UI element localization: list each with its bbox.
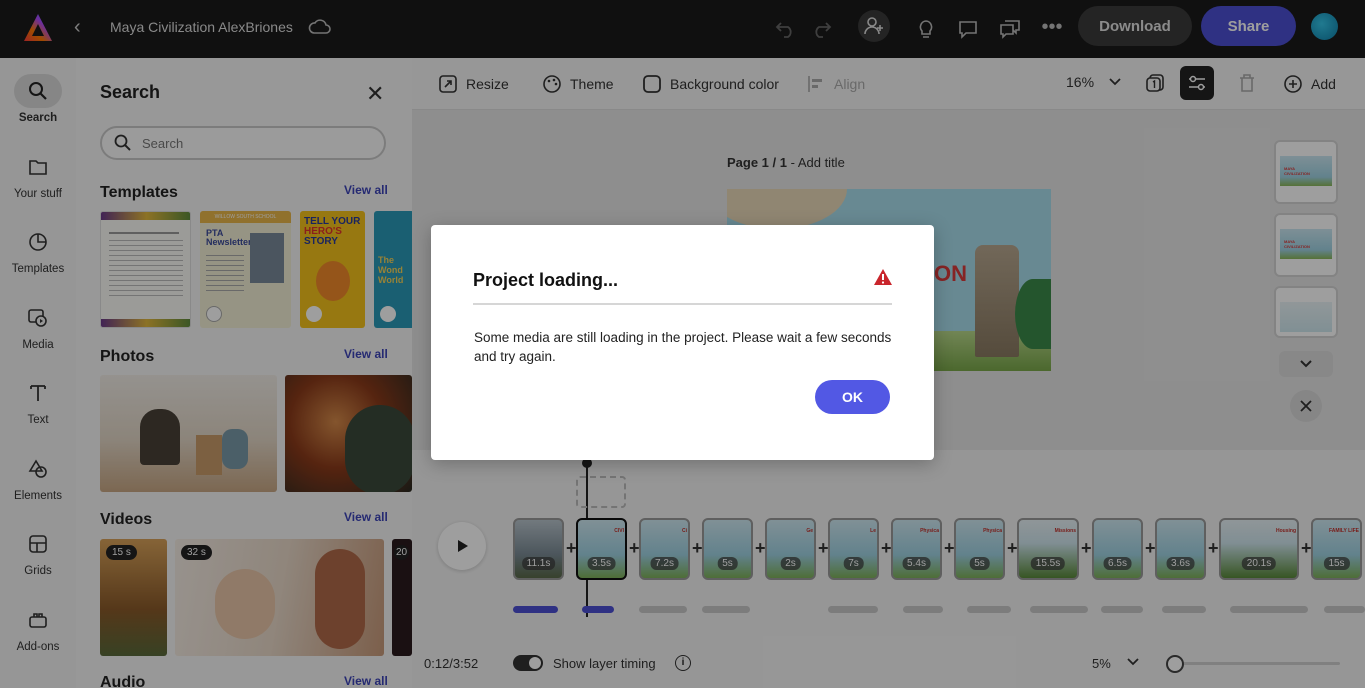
ok-button[interactable]: OK [815,380,890,414]
dialog-message: Some media are still loading in the proj… [474,330,892,364]
dialog-divider [473,303,892,305]
warning-icon [873,268,893,291]
dialog-title: Project loading... [473,270,619,290]
project-loading-dialog: Project loading... Some media are still … [431,225,934,460]
